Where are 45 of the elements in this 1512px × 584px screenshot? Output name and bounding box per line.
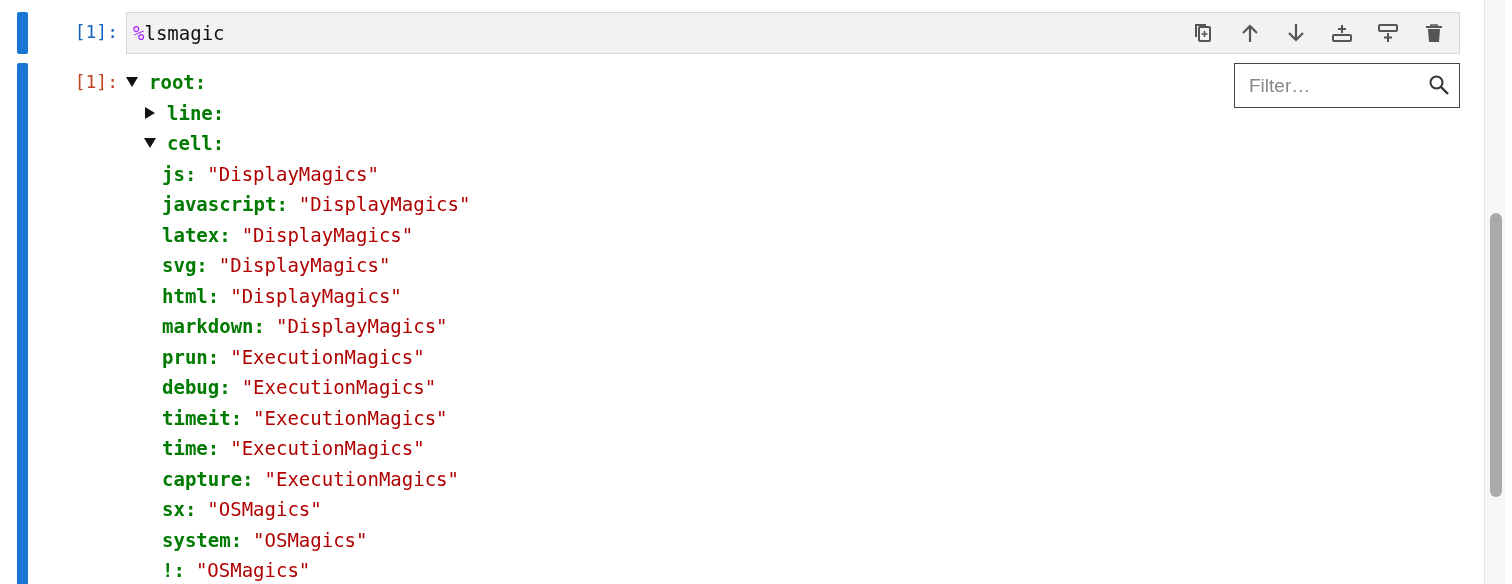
json-value: "OSMagics" xyxy=(195,559,311,582)
search-icon xyxy=(1428,74,1450,96)
json-key: !: xyxy=(162,559,185,582)
json-key: cell: xyxy=(167,132,225,155)
json-key: root: xyxy=(149,71,207,94)
json-value: "DisplayMagics" xyxy=(275,315,448,338)
json-value: "DisplayMagics" xyxy=(230,284,402,307)
json-key: latex: xyxy=(162,223,231,246)
json-key: html: xyxy=(162,284,220,307)
json-value: "ExecutionMagics" xyxy=(241,376,437,399)
json-key: timeit: xyxy=(162,406,243,429)
insert-above-icon xyxy=(1331,22,1353,44)
scrollbar-thumb[interactable] xyxy=(1490,213,1502,497)
code-text: %lsmagic xyxy=(133,22,226,44)
json-key: prun: xyxy=(162,345,220,368)
collapsed-triangle-icon[interactable] xyxy=(144,106,156,119)
json-key: svg: xyxy=(162,254,208,277)
json-value: "OSMagics" xyxy=(207,498,322,521)
json-key: capture: xyxy=(162,467,254,490)
filter-field[interactable]: Filter… xyxy=(1234,63,1460,108)
json-value: "ExecutionMagics" xyxy=(230,437,425,460)
json-value: "DisplayMagics" xyxy=(207,162,379,185)
down-arrow-icon xyxy=(1285,22,1307,44)
json-value: "ExecutionMagics" xyxy=(230,345,425,368)
code-input[interactable]: %lsmagic xyxy=(126,12,1460,54)
json-key: markdown: xyxy=(162,315,265,338)
insert-below-icon xyxy=(1377,22,1399,44)
json-key: system: xyxy=(162,528,243,551)
json-key: line: xyxy=(167,101,225,124)
json-key: debug: xyxy=(162,376,231,399)
output-prompt: [1]: xyxy=(73,70,119,94)
json-value: "ExecutionMagics" xyxy=(253,406,448,429)
json-value: "DisplayMagics" xyxy=(298,193,471,216)
json-value: "ExecutionMagics" xyxy=(264,467,459,490)
expanded-triangle-icon[interactable] xyxy=(144,137,156,150)
expanded-triangle-icon[interactable] xyxy=(126,76,138,89)
json-key: sx: xyxy=(162,498,197,521)
json-value: "DisplayMagics" xyxy=(218,254,391,277)
input-prompt: [1]: xyxy=(73,20,119,44)
trash-icon xyxy=(1423,22,1445,44)
json-key: javascript: xyxy=(162,193,288,216)
json-value: "DisplayMagics" xyxy=(241,223,414,246)
json-key: time: xyxy=(162,437,220,460)
json-key: js: xyxy=(162,162,197,185)
json-value: "OSMagics" xyxy=(253,528,368,551)
